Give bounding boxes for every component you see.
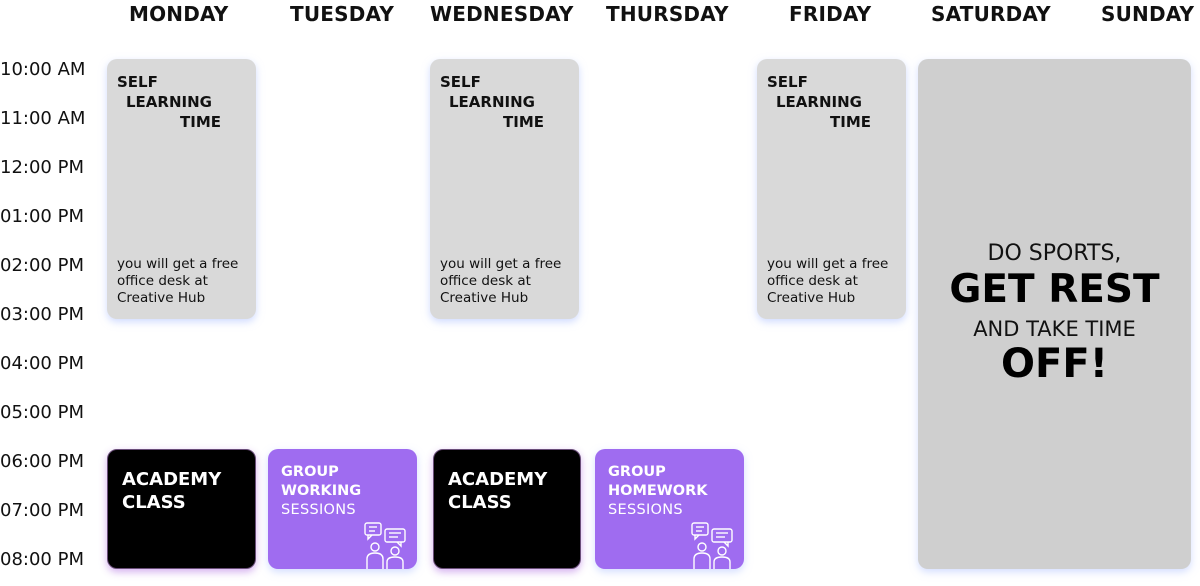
time-label: 01:00 PM xyxy=(0,206,84,227)
time-label: 12:00 PM xyxy=(0,157,84,178)
academy-class-block-monday[interactable]: ACADEMY CLASS xyxy=(107,449,256,569)
group-working-subtitle: SESSIONS xyxy=(281,502,356,518)
group-title-line: WORKING xyxy=(281,483,362,499)
group-homework-subtitle: SESSIONS xyxy=(608,502,683,518)
time-label: 03:00 PM xyxy=(0,304,84,325)
academy-title-line: ACADEMY xyxy=(122,469,222,490)
academy-class-title: ACADEMY CLASS xyxy=(122,468,221,514)
academy-class-title: ACADEMY CLASS xyxy=(448,468,547,514)
weekend-rest-block[interactable]: DO SPORTS, GET REST AND TAKE TIME OFF! xyxy=(918,59,1191,569)
group-working-title: GROUP WORKING xyxy=(281,463,361,501)
time-label: 11:00 AM xyxy=(0,108,86,129)
self-learning-title-line: SELF xyxy=(440,73,481,91)
self-learning-note: you will get a free office desk at Creat… xyxy=(767,256,889,306)
weekend-text-line: OFF! xyxy=(1001,341,1108,387)
weekend-text-line: GET REST xyxy=(949,267,1160,312)
self-learning-title-line: TIME xyxy=(503,113,544,131)
group-homework-title: GROUP HOMEWORK xyxy=(608,463,708,501)
group-title-line: GROUP xyxy=(608,464,666,480)
group-working-sessions-block[interactable]: GROUP WORKING SESSIONS xyxy=(268,449,417,569)
time-label: 02:00 PM xyxy=(0,255,84,276)
day-header-sunday: SUNDAY xyxy=(1101,2,1195,26)
group-title-line: GROUP xyxy=(281,464,339,480)
self-learning-title-line: SELF xyxy=(767,73,808,91)
weekend-text-line: AND TAKE TIME xyxy=(973,317,1136,341)
self-learning-title-line: LEARNING xyxy=(776,93,862,111)
self-learning-title-line: LEARNING xyxy=(449,93,535,111)
self-learning-title-line: TIME xyxy=(830,113,871,131)
weekly-schedule: MONDAY TUESDAY WEDNESDAY THURSDAY FRIDAY… xyxy=(0,0,1200,586)
day-header-friday: FRIDAY xyxy=(789,2,872,26)
time-label: 08:00 PM xyxy=(0,549,84,570)
time-label: 05:00 PM xyxy=(0,402,84,423)
group-title-line: HOMEWORK xyxy=(608,483,708,499)
academy-title-line: CLASS xyxy=(448,492,512,513)
time-label: 10:00 AM xyxy=(0,59,86,80)
self-learning-title-line: LEARNING xyxy=(126,93,212,111)
day-header-saturday: SATURDAY xyxy=(931,2,1051,26)
academy-title-line: ACADEMY xyxy=(448,469,548,490)
self-learning-block-friday[interactable]: SELF LEARNING TIME you will get a free o… xyxy=(757,59,906,319)
self-learning-note: you will get a free office desk at Creat… xyxy=(117,256,239,306)
weekend-text-line: DO SPORTS, xyxy=(987,241,1122,266)
self-learning-title-line: SELF xyxy=(117,73,158,91)
time-label: 06:00 PM xyxy=(0,451,84,472)
self-learning-block-monday[interactable]: SELF LEARNING TIME you will get a free o… xyxy=(107,59,256,319)
people-discussion-icon xyxy=(691,522,733,569)
self-learning-note: you will get a free office desk at Creat… xyxy=(440,256,562,306)
people-discussion-icon xyxy=(364,522,406,569)
day-header-monday: MONDAY xyxy=(129,2,229,26)
day-header-wednesday: WEDNESDAY xyxy=(430,2,574,26)
self-learning-title-line: TIME xyxy=(180,113,221,131)
academy-class-block-wednesday[interactable]: ACADEMY CLASS xyxy=(433,449,581,569)
academy-title-line: CLASS xyxy=(122,492,186,513)
day-header-thursday: THURSDAY xyxy=(606,2,729,26)
self-learning-block-wednesday[interactable]: SELF LEARNING TIME you will get a free o… xyxy=(430,59,579,319)
time-label: 07:00 PM xyxy=(0,500,84,521)
time-label: 04:00 PM xyxy=(0,353,84,374)
group-homework-sessions-block[interactable]: GROUP HOMEWORK SESSIONS xyxy=(595,449,744,569)
day-header-tuesday: TUESDAY xyxy=(290,2,394,26)
